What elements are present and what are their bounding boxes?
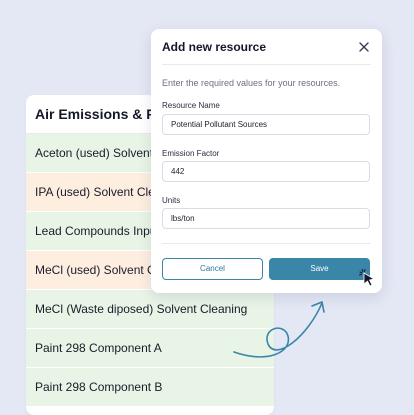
add-resource-modal: Add new resource Enter the required valu… bbox=[151, 29, 382, 293]
save-button[interactable]: Save bbox=[269, 258, 370, 280]
resource-name-label: Resource Name bbox=[162, 101, 220, 110]
header-divider bbox=[162, 64, 371, 65]
list-item[interactable]: Paint 298 Component B bbox=[26, 368, 274, 407]
units-field[interactable]: lbs/ton bbox=[162, 208, 370, 229]
modal-description: Enter the required values for your resou… bbox=[162, 78, 341, 88]
cancel-button[interactable]: Cancel bbox=[162, 258, 263, 280]
list-item[interactable]: Paint 298 Component A bbox=[26, 329, 274, 368]
footer-divider bbox=[162, 243, 371, 244]
units-label: Units bbox=[162, 196, 181, 205]
close-icon[interactable] bbox=[358, 41, 370, 53]
resource-name-field[interactable]: Potential Pollutant Sources bbox=[162, 114, 370, 135]
modal-title: Add new resource bbox=[162, 40, 267, 54]
emission-factor-label: Emission Factor bbox=[162, 149, 220, 158]
pointer-cursor-icon bbox=[359, 269, 375, 287]
emission-factor-field[interactable]: 442 bbox=[162, 161, 370, 182]
list-item[interactable]: MeCl (Waste diposed) Solvent Cleaning bbox=[26, 290, 274, 329]
